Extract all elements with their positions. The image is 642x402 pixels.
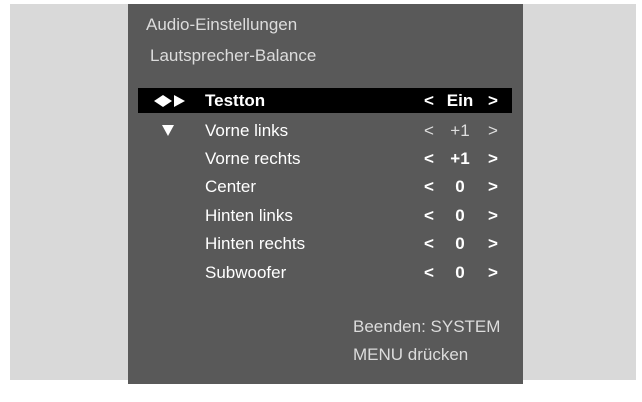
increase-arrow[interactable]: >	[488, 260, 498, 285]
footer-hint-line-2: MENU drücken	[353, 345, 469, 364]
row-value: 0	[455, 177, 465, 196]
decrease-arrow[interactable]: <	[424, 203, 434, 228]
decrease-arrow[interactable]: <	[424, 146, 434, 171]
row-value: 0	[455, 206, 465, 225]
menu-title: Audio-Einstellungen	[146, 15, 298, 34]
menu-row-center[interactable]: Center < 0 >	[138, 174, 512, 199]
increase-arrow[interactable]: >	[488, 174, 498, 199]
decrease-arrow[interactable]: <	[424, 118, 434, 143]
row-label: Center	[205, 177, 257, 196]
decrease-arrow[interactable]: <	[424, 174, 434, 199]
menu-row-vorne-links[interactable]: Vorne links < +1 >	[138, 118, 512, 143]
menu-row-subwoofer[interactable]: Subwoofer < 0 >	[138, 260, 512, 285]
increase-arrow[interactable]: >	[488, 203, 498, 228]
increase-arrow[interactable]: >	[488, 118, 498, 143]
row-label: Hinten links	[205, 206, 293, 225]
menu-row-hinten-links[interactable]: Hinten links < 0 >	[138, 203, 512, 228]
down-triangle-icon	[162, 125, 174, 136]
increase-arrow[interactable]: >	[488, 88, 498, 113]
menu-row-vorne-rechts[interactable]: Vorne rechts < +1 >	[138, 146, 512, 171]
row-label: Hinten rechts	[205, 234, 306, 253]
row-label: Vorne links	[205, 121, 289, 140]
increase-arrow[interactable]: >	[488, 146, 498, 171]
row-label: Vorne rechts	[205, 149, 301, 168]
diamond-play-cursor-icon	[154, 95, 185, 107]
row-value: 0	[455, 263, 465, 282]
row-value: +1	[450, 149, 470, 168]
row-label: Subwoofer	[205, 263, 287, 282]
row-value: +1	[450, 121, 470, 140]
row-label: Testton	[205, 91, 266, 110]
menu-subtitle: Lautsprecher-Balance	[150, 46, 317, 65]
increase-arrow[interactable]: >	[488, 231, 498, 256]
row-value: 0	[455, 234, 465, 253]
menu-row-hinten-rechts[interactable]: Hinten rechts < 0 >	[138, 231, 512, 256]
decrease-arrow[interactable]: <	[424, 231, 434, 256]
menu-row-testton[interactable]: Testton < Ein >	[138, 88, 512, 113]
decrease-arrow[interactable]: <	[424, 88, 434, 113]
footer-hint-line-1: Beenden: SYSTEM	[353, 317, 501, 336]
decrease-arrow[interactable]: <	[424, 260, 434, 285]
osd-menu-panel: Audio-Einstellungen Lautsprecher-Balance…	[128, 4, 523, 384]
row-value: Ein	[446, 91, 474, 110]
